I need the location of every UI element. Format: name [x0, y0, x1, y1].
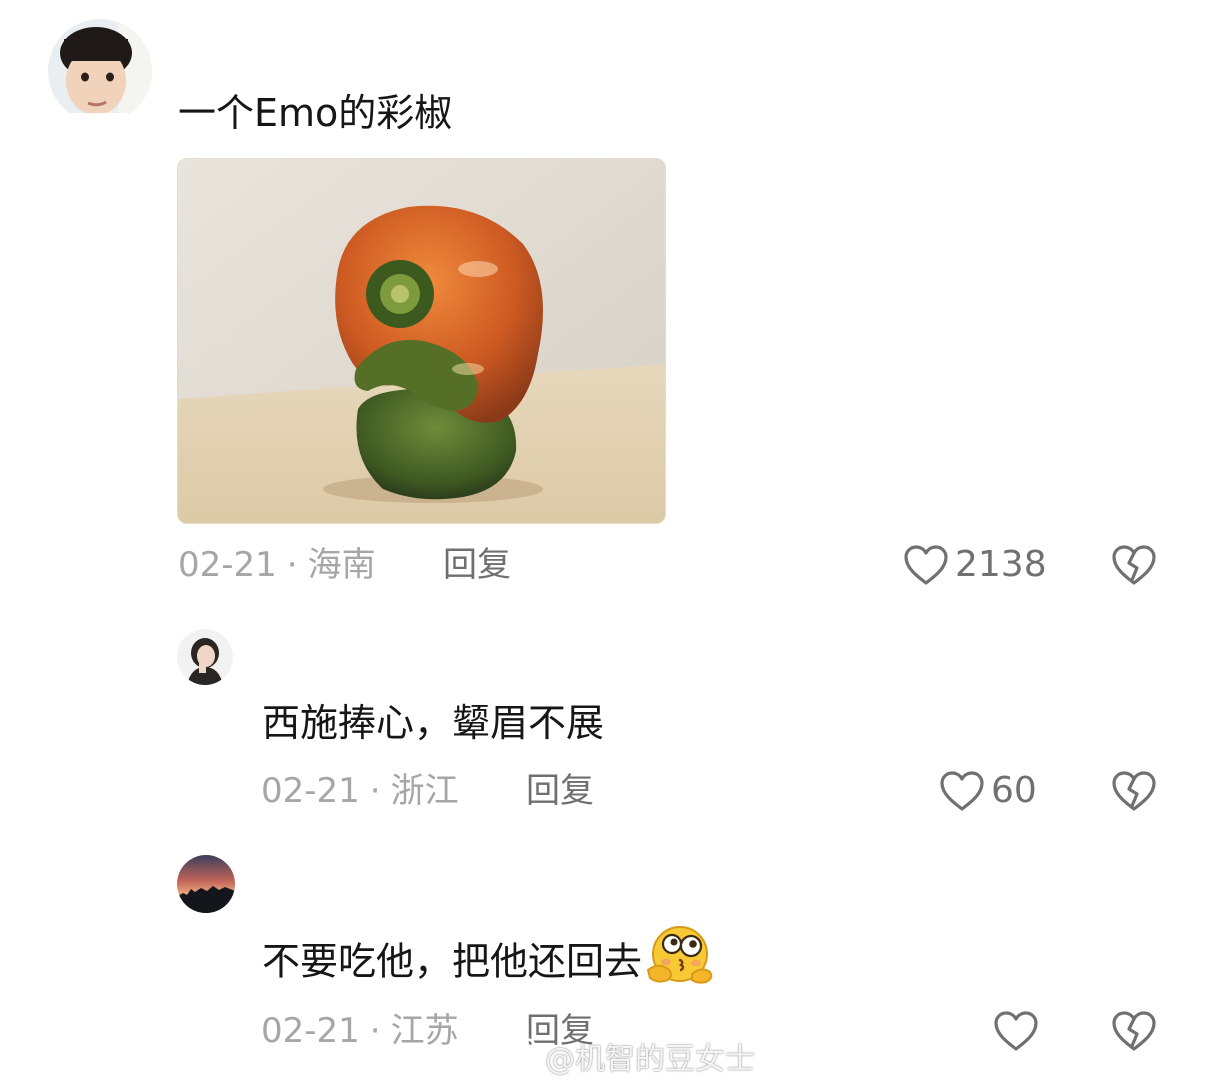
broken-heart-icon — [1111, 770, 1157, 812]
comment-date: 02-21 — [178, 545, 277, 585]
reply-text-content: 不要吃他，把他还回去 — [262, 939, 643, 984]
replier-avatar[interactable] — [177, 629, 233, 685]
comment-location: 海南 — [307, 545, 376, 585]
reply-text: 西施捧心，颦眉不展 — [262, 701, 605, 745]
meta-separator: · — [286, 545, 298, 585]
reply-meta: 02-21 · 江苏 — [261, 1011, 459, 1051]
reply-meta: 02-21 · 浙江 — [261, 771, 459, 811]
like-count: 60 — [991, 770, 1037, 811]
like-button[interactable]: 2138 — [903, 544, 1047, 586]
broken-heart-icon — [1111, 544, 1157, 586]
reply-date: 02-21 — [261, 1011, 360, 1051]
watermark-text: @机智的豆女士 — [545, 1042, 755, 1077]
reply-date: 02-21 — [261, 771, 360, 811]
reply-location: 浙江 — [390, 771, 459, 811]
heart-outline-icon — [903, 544, 949, 586]
reply-location: 江苏 — [390, 1011, 459, 1051]
reply-button[interactable]: 回复 — [443, 545, 511, 585]
broken-heart-icon — [1111, 1010, 1157, 1052]
dislike-button[interactable] — [1111, 1010, 1157, 1052]
heart-outline-icon — [993, 1010, 1039, 1052]
thinking-shy-face-emoji — [644, 922, 714, 994]
reply-button[interactable]: 回复 — [526, 771, 594, 811]
like-button[interactable]: 60 — [939, 770, 1037, 812]
commenter-avatar[interactable] — [48, 19, 152, 123]
meta-separator: · — [369, 1011, 381, 1051]
comment-text: 一个Emo的彩椒 — [178, 91, 453, 135]
comment-meta: 02-21 · 海南 — [178, 545, 376, 585]
reply-text: 不要吃他，把他还回去 — [262, 926, 714, 1000]
like-count: 2138 — [955, 544, 1047, 585]
weibo-logo-icon — [497, 1035, 539, 1077]
meta-separator: · — [369, 771, 381, 811]
bell-pepper-photo — [178, 159, 665, 523]
like-button[interactable] — [993, 1010, 1045, 1052]
dislike-button[interactable] — [1111, 544, 1157, 586]
comment-image[interactable] — [177, 158, 666, 524]
watermark: @机智的豆女士 — [497, 1034, 755, 1078]
dislike-button[interactable] — [1111, 770, 1157, 812]
replier-avatar[interactable] — [177, 855, 235, 913]
heart-outline-icon — [939, 770, 985, 812]
